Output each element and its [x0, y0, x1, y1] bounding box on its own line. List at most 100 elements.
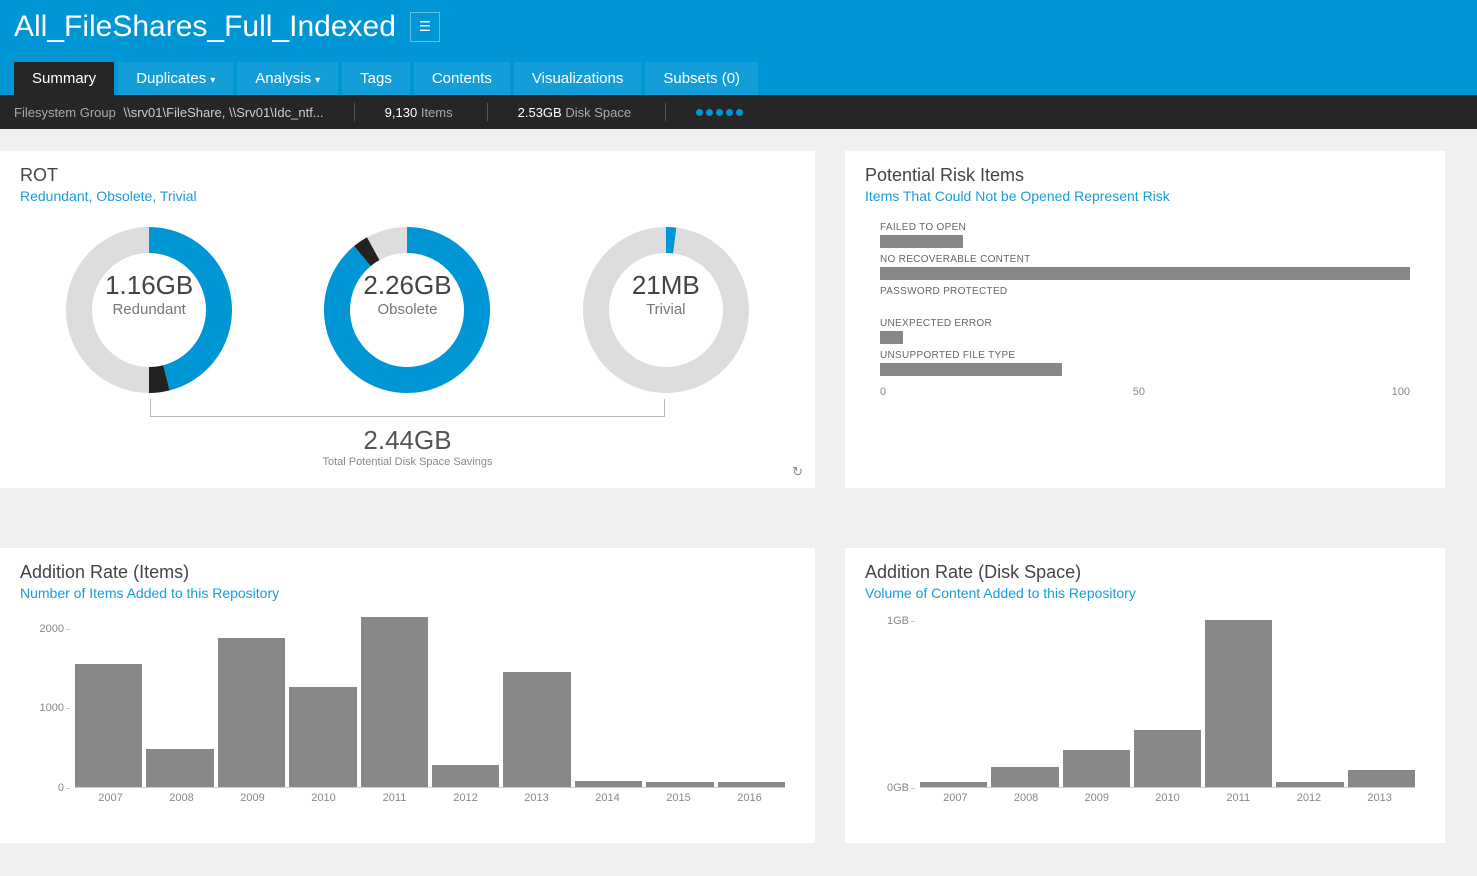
tab-visualizations[interactable]: Visualizations [514, 62, 641, 95]
divider [354, 103, 355, 121]
savings-label: Total Potential Disk Space Savings [20, 456, 795, 468]
donut-label: Trivial [576, 301, 756, 318]
risk-label: UNEXPECTED ERROR [880, 318, 1410, 329]
panel-subtitle[interactable]: Volume of Content Added to this Reposito… [865, 585, 1425, 601]
bar [289, 687, 356, 787]
tab-label: Subsets (0) [663, 70, 740, 87]
refresh-icon[interactable]: ↻ [792, 464, 803, 480]
info-label: Disk Space [565, 105, 631, 120]
y-tick: 0 [58, 782, 64, 794]
header-menu-button[interactable]: ☰ [410, 12, 440, 42]
tab-label: Duplicates [136, 70, 206, 87]
info-value: 2.53GB [518, 105, 562, 120]
x-axis: 2007200820092010201120122013 [920, 792, 1415, 804]
panel-subtitle[interactable]: Items That Could Not be Opened Represent… [865, 188, 1425, 204]
risk-label: FAILED TO OPEN [880, 222, 1410, 233]
tab-label: Visualizations [532, 70, 623, 87]
bar [75, 664, 142, 787]
page-title: All_FileShares_Full_Indexed [14, 10, 396, 44]
info-label: Items [421, 105, 453, 120]
panel-title: ROT [20, 165, 795, 186]
y-tick: 2000 [40, 623, 64, 635]
chevron-down-icon: ▾ [315, 75, 320, 86]
donut-value: 2.26GB [317, 270, 497, 301]
tab-label: Analysis [255, 70, 311, 87]
risk-label: PASSWORD PROTECTED [880, 286, 1410, 297]
bar [718, 782, 785, 787]
bar [991, 767, 1058, 787]
rot-panel: ROT Redundant, Obsolete, Trivial 1.16GBR… [0, 151, 815, 488]
donut-obsolete: 2.26GBObsolete [317, 220, 497, 405]
risk-row: UNSUPPORTED FILE TYPE [880, 350, 1410, 376]
tab-label: Contents [432, 70, 492, 87]
divider [487, 103, 488, 121]
y-tick: 0GB [887, 782, 909, 794]
tab-contents[interactable]: Contents [414, 62, 510, 95]
hamburger-icon: ☰ [419, 19, 431, 35]
bar [1134, 730, 1201, 787]
bar [575, 781, 642, 787]
risk-label: NO RECOVERABLE CONTENT [880, 254, 1410, 265]
bar-area [920, 613, 1415, 788]
chevron-down-icon: ▾ [210, 75, 215, 86]
bar [920, 782, 987, 787]
header-bar: All_FileShares_Full_Indexed ☰ Summary Du… [0, 0, 1477, 95]
donut-label: Obsolete [317, 301, 497, 318]
risk-row: PASSWORD PROTECTED [880, 286, 1410, 312]
tab-duplicates[interactable]: Duplicates ▾ [118, 62, 233, 95]
bar [1276, 782, 1343, 787]
tab-subsets[interactable]: Subsets (0) [645, 62, 758, 95]
filesystem-group: Filesystem Group \\srv01\FileShare, \\Sr… [14, 105, 324, 120]
info-label: Filesystem Group [14, 105, 116, 120]
risk-row: NO RECOVERABLE CONTENT [880, 254, 1410, 280]
risk-panel: Potential Risk Items Items That Could No… [845, 151, 1445, 488]
donut-value: 21MB [576, 270, 756, 301]
risk-bar [880, 235, 963, 248]
risk-bar [880, 331, 903, 344]
addition-disk-panel: Addition Rate (Disk Space) Volume of Con… [845, 548, 1445, 843]
panel-subtitle[interactable]: Redundant, Obsolete, Trivial [20, 188, 795, 204]
donut-value: 1.16GB [59, 270, 239, 301]
item-count: 9,130 Items [385, 105, 457, 120]
tab-label: Tags [360, 70, 392, 87]
tab-tags[interactable]: Tags [342, 62, 410, 95]
risk-row: FAILED TO OPEN [880, 222, 1410, 248]
bar [1205, 620, 1272, 787]
risk-row: UNEXPECTED ERROR [880, 318, 1410, 344]
y-tick: 1000 [40, 702, 64, 714]
y-tick: 1GB [887, 615, 909, 627]
bar [432, 765, 499, 787]
bar-area [75, 613, 785, 788]
donut-label: Redundant [59, 301, 239, 318]
panel-title: Addition Rate (Disk Space) [865, 562, 1425, 583]
divider [665, 103, 666, 121]
bar [646, 782, 713, 787]
tab-analysis[interactable]: Analysis ▾ [237, 62, 338, 95]
donut-redundant: 1.16GBRedundant [59, 220, 239, 405]
tab-summary[interactable]: Summary [14, 62, 114, 95]
addition-items-panel: Addition Rate (Items) Number of Items Ad… [0, 548, 815, 843]
bar [1063, 750, 1130, 787]
savings-value: 2.44GB [20, 425, 795, 456]
disk-space: 2.53GB Disk Space [518, 105, 635, 120]
risk-axis: 050100 [865, 382, 1425, 398]
panel-title: Addition Rate (Items) [20, 562, 795, 583]
risk-label: UNSUPPORTED FILE TYPE [880, 350, 1410, 361]
bar [361, 617, 428, 787]
risk-bar [880, 363, 1062, 376]
info-value: 9,130 [385, 105, 418, 120]
risk-bar [880, 267, 1410, 280]
info-bar: Filesystem Group \\srv01\FileShare, \\Sr… [0, 95, 1477, 129]
bar [503, 672, 570, 787]
panel-subtitle[interactable]: Number of Items Added to this Repository [20, 585, 795, 601]
tab-label: Summary [32, 70, 96, 87]
panel-title: Potential Risk Items [865, 165, 1425, 186]
bar [1348, 770, 1415, 787]
tab-bar: Summary Duplicates ▾ Analysis ▾ Tags Conte… [14, 62, 1463, 95]
progress-dots-icon [696, 109, 743, 116]
info-value: \\srv01\FileShare, \\Srv01\Idc_ntf... [124, 105, 324, 120]
donut-trivial: 21MBTrivial [576, 220, 756, 405]
bar [218, 638, 285, 787]
x-axis: 2007200820092010201120122013201420152016 [75, 792, 785, 804]
bar [146, 749, 213, 787]
